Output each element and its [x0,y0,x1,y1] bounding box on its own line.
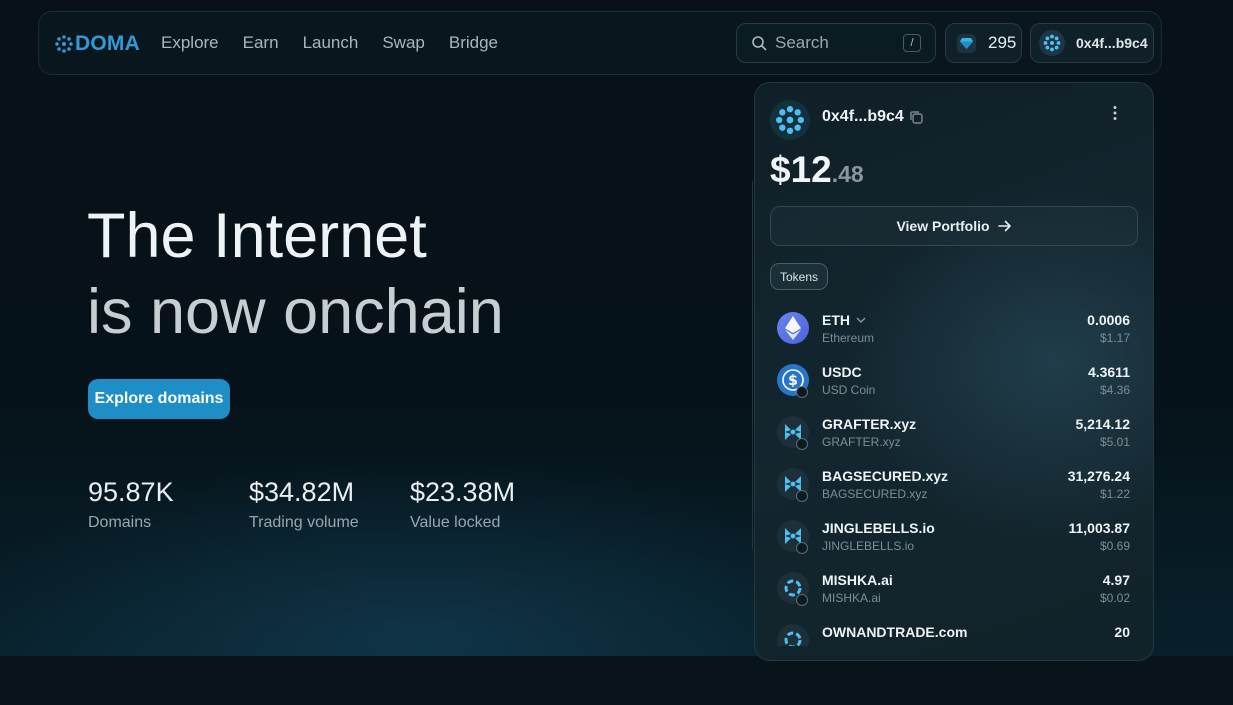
stat-label: Value locked [410,514,501,531]
token-usd-value: $0.02 [1099,591,1130,605]
doma-logo-icon [55,35,73,53]
stat-label: Domains [88,514,152,531]
gem-icon [957,33,976,53]
token-symbol: BAGSECURED.xyz [822,468,949,484]
network-badge-icon [796,490,808,502]
explore-domains-button[interactable]: Explore domains [88,379,230,419]
stat-trading-volume: $34.82M Trading volume [249,476,410,532]
wallet-address: 0x4f...b9c4 [822,108,904,125]
token-row[interactable]: BAGSECURED.xyz BAGSECURED.xyz 31,276.24 … [770,460,1138,512]
token-amount: 4.97 [1102,572,1130,588]
token-row[interactable]: JINGLEBELLS.io JINGLEBELLS.io 11,003.87 … [770,512,1138,564]
token-row[interactable]: ETH Ethereum 0.0006 $1.17 [770,304,1138,356]
wallet-balance: $12.48 [770,149,864,191]
token-usd-value: $0.69 [1099,539,1130,553]
account-avatar-icon [1039,30,1065,56]
token-amount: 4.3611 [1087,364,1130,380]
wallet-avatar-icon [770,100,810,140]
token-symbol: GRAFTER.xyz [822,416,917,432]
top-navbar: DOMA Explore Earn Launch Swap Bridge Sea… [38,11,1162,75]
network-badge-icon [796,438,808,450]
view-portfolio-button[interactable]: View Portfolio [770,206,1138,246]
svg-text:$: $ [788,373,798,389]
network-badge-icon [796,542,808,554]
stat-value-locked: $23.38M Value locked [410,476,515,532]
token-symbol: JINGLEBELLS.io [822,520,935,536]
view-portfolio-label: View Portfolio [896,218,990,234]
token-symbol-text: ETH [822,312,850,328]
token-usd-value: $5.01 [1099,435,1130,449]
search-input[interactable]: Search / [736,23,936,63]
token-symbol: MISHKA.ai [822,572,893,588]
doma-logo[interactable]: DOMA [55,32,140,56]
eth-icon [777,312,809,344]
nav-link-bridge[interactable]: Bridge [449,33,498,53]
token-list: ETH Ethereum 0.0006 $1.17 $ USDC USD Coi… [770,304,1138,646]
token-row[interactable]: GRAFTER.xyz GRAFTER.xyz 5,214.12 $5.01 [770,408,1138,460]
balance-cents: .48 [831,161,864,187]
stat-label: Trading volume [249,514,359,531]
account-button[interactable]: 0x4f...b9c4 [1030,23,1154,63]
token-amount: 31,276.24 [1067,468,1130,484]
nav-link-explore[interactable]: Explore [161,33,219,53]
token-amount: 5,214.12 [1075,416,1131,432]
token-name: JINGLEBELLS.io [822,539,915,553]
more-options-icon[interactable] [1112,105,1118,121]
token-usd-value: $1.22 [1099,487,1130,501]
copy-icon[interactable] [908,109,924,125]
nav-links: Explore Earn Launch Swap Bridge [161,12,498,74]
stat-domains: 95.87K Domains [88,476,249,532]
token-name: MISHKA.ai [822,591,881,605]
hero-title-line1: The Internet [87,201,427,271]
chevron-down-icon[interactable] [856,317,866,323]
network-badge-icon [796,594,808,606]
token-row[interactable]: $ USDC USD Coin 4.3611 $4.36 [770,356,1138,408]
token-name: BAGSECURED.xyz [822,487,928,501]
token-row[interactable]: OWNANDTRADE.com 20 [770,616,1138,646]
token-amount: 20 [1114,624,1130,640]
nav-link-launch[interactable]: Launch [303,33,359,53]
token-row[interactable]: MISHKA.ai MISHKA.ai 4.97 $0.02 [770,564,1138,616]
hero-title: The Internet is now onchain [87,198,504,350]
wallet-dropdown: 0x4f...b9c4 $12.48 View Portfolio Tokens… [754,82,1154,661]
search-shortcut-key: / [903,34,921,52]
token-usd-value: $4.36 [1099,383,1130,397]
tab-tokens[interactable]: Tokens [770,263,829,290]
stat-value: 95.87K [88,477,174,507]
token-usd-value: $1.17 [1099,331,1130,345]
token-amount: 11,003.87 [1068,520,1130,536]
token-symbol: OWNANDTRADE.com [822,624,968,640]
stat-value: $34.82M [249,477,355,507]
token-symbol: ETH [822,312,866,328]
search-placeholder: Search [775,33,829,52]
token-name: Ethereum [822,331,875,345]
network-badge-icon [796,386,808,398]
brand-name: DOMA [75,32,140,55]
stat-value: $23.38M [410,477,516,507]
token-name: GRAFTER.xyz [822,435,901,449]
search-icon [752,36,767,51]
balance-whole: $12 [770,149,832,190]
token-symbol: USDC [822,364,862,380]
gems-count: 295 [988,33,1017,52]
doma-token-icon [777,624,809,646]
token-name: USD Coin [822,383,876,397]
nav-link-swap[interactable]: Swap [382,33,425,53]
nav-link-earn[interactable]: Earn [243,33,279,53]
account-address: 0x4f...b9c4 [1076,35,1148,51]
hero-title-line2: is now onchain [87,277,504,347]
arrow-right-icon [997,220,1011,232]
stats-row: 95.87K Domains $34.82M Trading volume $2… [88,476,515,532]
page-footer-band [0,656,1233,705]
gems-balance-button[interactable]: 295 [945,23,1022,63]
token-amount: 0.0006 [1087,312,1130,328]
